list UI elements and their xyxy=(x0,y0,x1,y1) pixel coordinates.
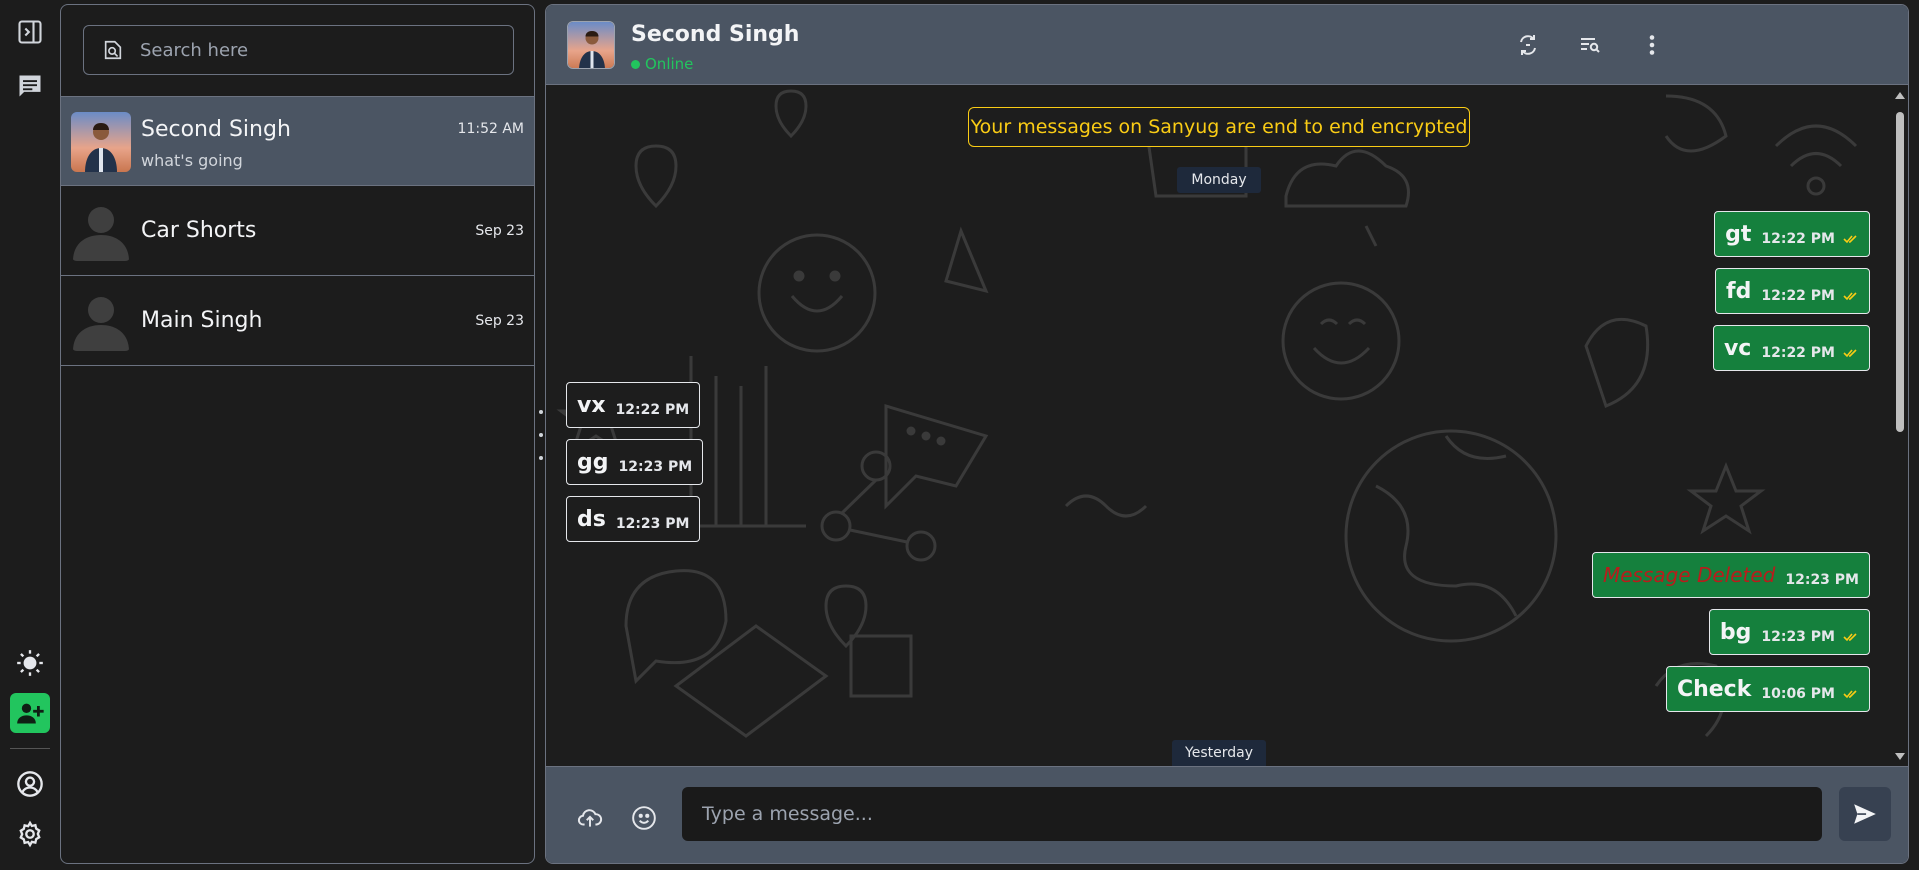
message-time: 12:23 PM xyxy=(618,459,693,475)
more-options-icon[interactable] xyxy=(1638,31,1666,59)
search-messages-icon[interactable] xyxy=(1576,31,1604,59)
add-contact-button[interactable] xyxy=(10,693,50,733)
message-bubble-incoming[interactable]: vx 12:22 PM xyxy=(566,382,701,428)
message-composer xyxy=(546,766,1908,863)
online-status: Online xyxy=(631,55,693,73)
message-time: 12:23 PM xyxy=(615,516,690,532)
message-text: vc xyxy=(1723,335,1752,361)
message-area[interactable]: Your messages on Sanyug are end to end e… xyxy=(546,86,1908,766)
double-check-icon xyxy=(1843,690,1857,699)
scroll-down-arrow-icon[interactable] xyxy=(1895,753,1905,760)
message-time: 12:22 PM xyxy=(1761,345,1835,361)
contact-item-main-singh[interactable]: Main Singh Sep 23 xyxy=(61,276,534,366)
message-time: 10:06 PM xyxy=(1761,686,1835,702)
message-time: 12:22 PM xyxy=(1761,288,1835,304)
contact-name: Main Singh xyxy=(141,308,263,333)
deleted-message-text: Message Deleted xyxy=(1602,563,1776,587)
avatar[interactable] xyxy=(567,21,615,69)
message-text: bg xyxy=(1719,619,1752,645)
message-bubble-outgoing[interactable]: bg 12:23 PM xyxy=(1708,609,1870,655)
message-bubble-incoming[interactable]: ds 12:23 PM xyxy=(566,496,701,542)
message-text: ds xyxy=(577,506,606,532)
search-icon xyxy=(104,40,122,60)
contact-list: Second Singh what's going 11:52 AM Car S… xyxy=(61,96,534,366)
double-check-icon xyxy=(1843,292,1857,301)
contact-item-second-singh[interactable]: Second Singh what's going 11:52 AM xyxy=(61,96,534,186)
message-bubble-deleted[interactable]: Message Deleted 12:23 PM xyxy=(1591,552,1870,598)
profile-icon[interactable] xyxy=(10,764,50,804)
message-bubble-outgoing[interactable]: fd 12:22 PM xyxy=(1715,268,1870,314)
message-time: 12:22 PM xyxy=(615,402,690,418)
message-scrollbar[interactable] xyxy=(1892,86,1908,766)
search-box[interactable] xyxy=(83,25,514,75)
message-input[interactable] xyxy=(682,787,1822,841)
chats-icon[interactable] xyxy=(10,66,50,106)
message-text: gt xyxy=(1725,221,1752,247)
encryption-notice: Your messages on Sanyug are end to end e… xyxy=(968,107,1470,147)
chat-header: Second Singh Online xyxy=(546,5,1908,85)
chat-panel: Second Singh Online Your messages on San… xyxy=(545,4,1909,864)
search-input[interactable] xyxy=(140,39,500,61)
send-button[interactable] xyxy=(1839,787,1891,841)
double-check-icon xyxy=(1843,235,1857,244)
message-text: gg xyxy=(577,449,609,475)
contact-time: 11:52 AM xyxy=(457,121,524,137)
default-avatar-icon xyxy=(71,201,131,261)
upload-icon[interactable] xyxy=(575,803,605,833)
day-separator: Monday xyxy=(1177,167,1261,193)
double-check-icon xyxy=(1843,633,1857,642)
day-separator: Yesterday xyxy=(1172,740,1266,766)
rail-divider xyxy=(10,748,50,749)
contact-item-car-shorts[interactable]: Car Shorts Sep 23 xyxy=(61,186,534,276)
left-rail xyxy=(0,0,60,870)
status-text: Online xyxy=(645,55,694,73)
online-dot-icon xyxy=(631,59,640,69)
sidebar-toggle-icon[interactable] xyxy=(10,12,50,52)
contact-name: Second Singh xyxy=(141,117,291,142)
message-time: 12:23 PM xyxy=(1785,572,1859,588)
message-text: Check xyxy=(1676,676,1752,702)
default-avatar-icon xyxy=(71,291,131,351)
message-bubble-incoming[interactable]: gg 12:23 PM xyxy=(566,439,704,485)
send-icon xyxy=(1854,804,1876,824)
message-text: fd xyxy=(1726,278,1752,304)
contact-name: Car Shorts xyxy=(141,218,257,243)
panel-resize-handle[interactable] xyxy=(537,410,545,460)
contact-last-message: what's going xyxy=(141,151,243,170)
contact-time: Sep 23 xyxy=(475,223,524,239)
refresh-icon[interactable] xyxy=(1514,31,1542,59)
settings-icon[interactable] xyxy=(10,814,50,854)
message-text: vx xyxy=(577,392,606,418)
add-user-icon xyxy=(17,703,44,724)
theme-sun-icon[interactable] xyxy=(10,643,50,683)
message-bubble-outgoing[interactable]: gt 12:22 PM xyxy=(1714,211,1870,257)
chat-contact-name: Second Singh xyxy=(631,22,800,47)
scroll-up-arrow-icon[interactable] xyxy=(1895,92,1905,99)
chat-app: Second Singh what's going 11:52 AM Car S… xyxy=(0,0,1919,870)
contact-time: Sep 23 xyxy=(475,313,524,329)
chat-list-panel: Second Singh what's going 11:52 AM Car S… xyxy=(60,4,535,864)
avatar xyxy=(71,112,131,172)
message-time: 12:23 PM xyxy=(1761,629,1835,645)
message-bubble-outgoing[interactable]: vc 12:22 PM xyxy=(1712,325,1870,371)
message-bubble-outgoing[interactable]: Check 10:06 PM xyxy=(1665,666,1870,712)
scrollbar-thumb[interactable] xyxy=(1896,112,1904,432)
emoji-icon[interactable] xyxy=(629,803,659,833)
double-check-icon xyxy=(1843,349,1857,358)
message-time: 12:22 PM xyxy=(1761,231,1835,247)
